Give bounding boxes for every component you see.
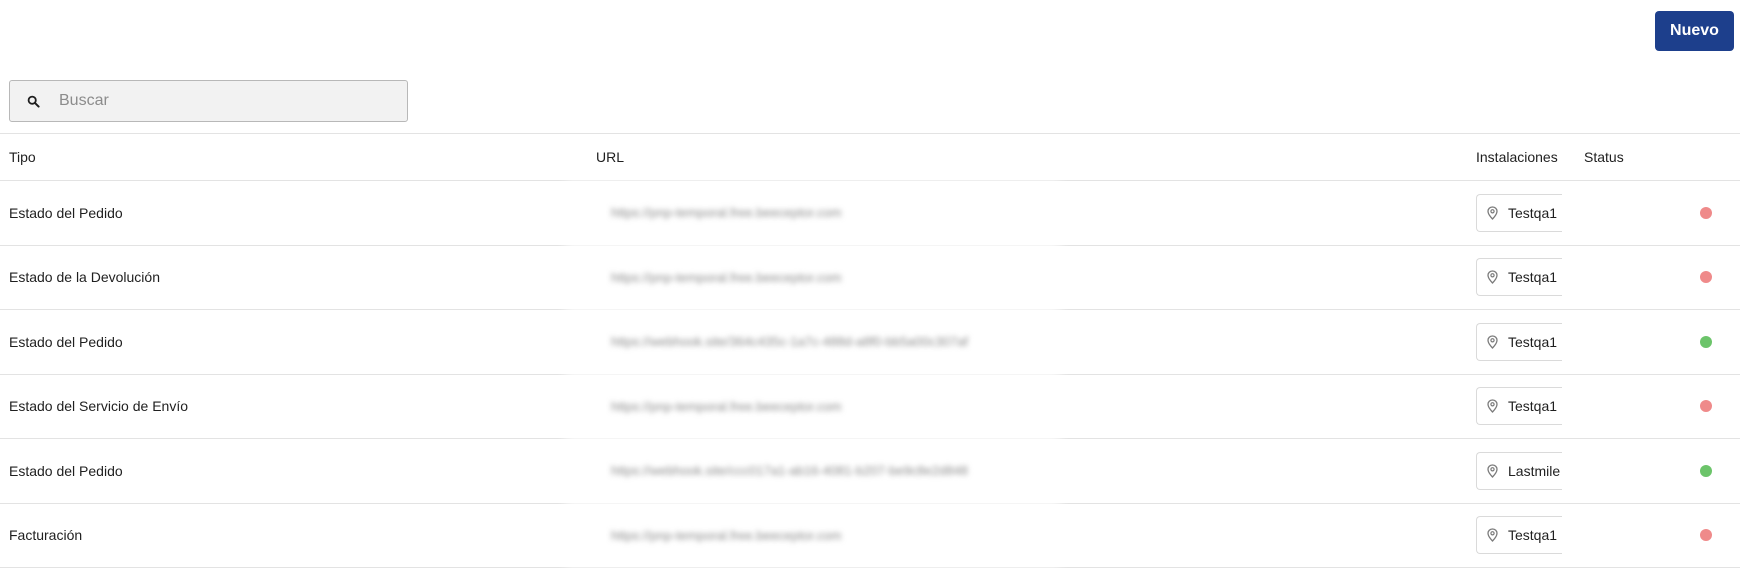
new-button[interactable]: Nuevo [1655, 11, 1734, 51]
row-tipo: Estado de la Devolución [9, 269, 160, 286]
status-indicator [1700, 271, 1712, 284]
search-box[interactable] [9, 80, 408, 122]
row-url: https://pnp-temporal.free.beeceptor.com [611, 205, 842, 221]
url-cell: https://webhook.site/ccc017a1-ab16-4081-… [566, 439, 1060, 503]
location-pin-icon [1487, 528, 1499, 543]
webhooks-table: Tipo URL Instalaciones Status Estado del… [0, 133, 1740, 568]
url-cell: https://pnp-temporal.free.beeceptor.com [566, 374, 1060, 438]
row-instalacion: Lastmile [1508, 462, 1561, 479]
webhooks-page: Nuevo Tipo URL Instalaciones Status Esta… [0, 0, 1740, 582]
location-pin-icon [1487, 464, 1499, 478]
column-header-url[interactable]: URL [596, 149, 624, 165]
table-row[interactable]: Estado del Servicio de Envío https://pnp… [0, 374, 1740, 439]
url-cell: https://webhook.site/364c435c-1a7c-488d-… [566, 310, 1060, 374]
column-header-instalaciones[interactable]: Instalaciones [1476, 149, 1558, 165]
url-cell: https://pnp-temporal.free.beeceptor.com [566, 503, 1060, 567]
installation-chip[interactable]: Testqa1 [1476, 516, 1562, 555]
table-row[interactable]: Facturación https://pnp-temporal.free.be… [0, 503, 1740, 568]
status-indicator [1700, 206, 1712, 219]
location-pin-icon [1487, 335, 1499, 349]
table-row[interactable]: Estado del Pedido https://webhook.site/3… [0, 310, 1740, 375]
status-indicator [1700, 335, 1712, 348]
row-url: https://webhook.site/364c435c-1a7c-488d-… [611, 334, 969, 350]
installation-chip[interactable]: Testqa1 [1476, 387, 1562, 426]
row-instalacion: Testqa1 [1508, 269, 1558, 286]
table-row[interactable]: Estado del Pedido https://pnp-temporal.f… [0, 181, 1740, 246]
status-indicator [1700, 400, 1712, 413]
column-header-tipo[interactable]: Tipo [9, 149, 36, 165]
status-indicator [1700, 464, 1712, 477]
row-tipo: Estado del Servicio de Envío [9, 398, 188, 415]
row-tipo: Estado del Pedido [9, 462, 123, 479]
location-pin-icon [1487, 270, 1499, 285]
row-tipo: Facturación [9, 527, 83, 544]
column-header-status[interactable]: Status [1584, 149, 1624, 165]
row-tipo: Estado del Pedido [9, 333, 123, 350]
table-row[interactable]: Estado de la Devolución https://pnp-temp… [0, 245, 1740, 310]
row-instalacion: Testqa1 [1508, 527, 1558, 544]
location-pin-icon [1487, 206, 1499, 220]
row-instalacion: Testqa1 [1508, 333, 1558, 350]
search-icon [27, 94, 41, 108]
table-row[interactable]: Estado del Pedido https://webhook.site/c… [0, 439, 1740, 504]
url-cell: https://pnp-temporal.free.beeceptor.com [566, 181, 1060, 245]
installation-chip[interactable]: Testqa1 [1476, 193, 1562, 232]
row-url: https://pnp-temporal.free.beeceptor.com [611, 269, 842, 285]
installation-chip[interactable]: Testqa1 [1476, 258, 1562, 297]
row-instalacion: Testqa1 [1508, 204, 1558, 221]
search-input[interactable] [59, 81, 407, 121]
url-cell: https://pnp-temporal.free.beeceptor.com [566, 245, 1060, 309]
table-header-row: Tipo URL Instalaciones Status [0, 134, 1740, 181]
row-url: https://pnp-temporal.free.beeceptor.com [611, 398, 842, 414]
row-tipo: Estado del Pedido [9, 204, 123, 221]
table-body: Estado del Pedido https://pnp-temporal.f… [0, 181, 1740, 568]
row-url: https://pnp-temporal.free.beeceptor.com [611, 527, 842, 543]
status-indicator [1700, 529, 1712, 542]
row-instalacion: Testqa1 [1508, 398, 1558, 415]
location-pin-icon [1487, 399, 1499, 414]
row-url: https://webhook.site/ccc017a1-ab16-4081-… [611, 463, 969, 479]
installation-chip[interactable]: Testqa1 [1476, 322, 1562, 361]
installation-chip[interactable]: Lastmile [1476, 451, 1562, 490]
